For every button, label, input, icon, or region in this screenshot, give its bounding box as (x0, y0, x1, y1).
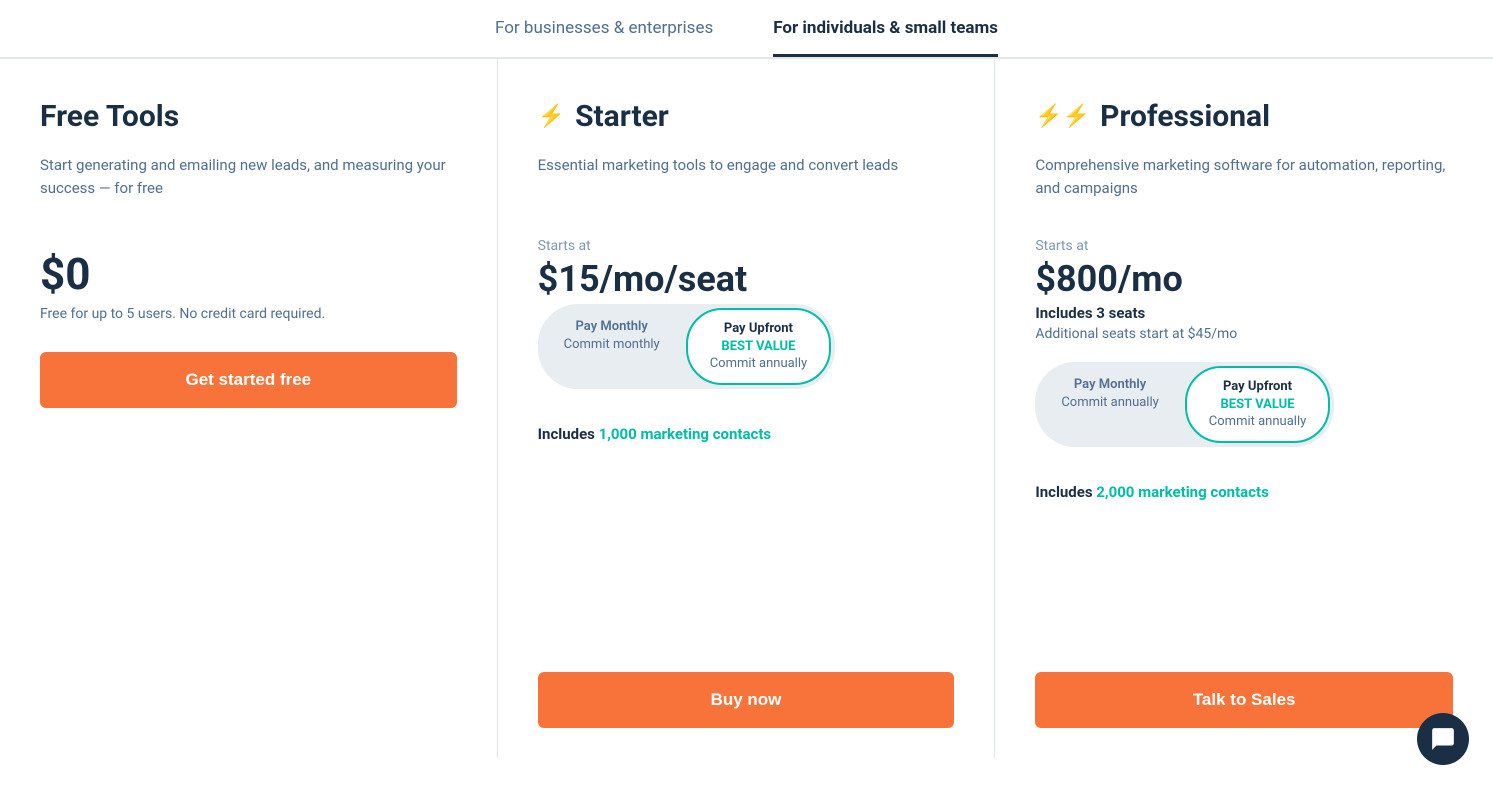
starter-billing-toggle: Pay Monthly Commit monthly Pay Upfront B… (538, 304, 836, 389)
professional-pay-upfront-option[interactable]: Pay Upfront BEST VALUE Commit annually (1185, 366, 1330, 443)
starter-plan-price: $15/mo/seat (538, 258, 955, 300)
professional-best-value-badge: BEST VALUE (1209, 396, 1306, 414)
professional-contacts-bold: Includes (1035, 483, 1096, 501)
starter-plan-description: Essential marketing tools to engage and … (538, 154, 955, 214)
professional-upfront-main: Pay Upfront (1209, 378, 1306, 396)
pricing-grid: Free Tools Start generating and emailing… (0, 58, 1493, 758)
professional-plan-header: ⚡⚡ Professional (1035, 99, 1453, 134)
starter-monthly-main: Pay Monthly (564, 318, 660, 336)
professional-plan-column: ⚡⚡ Professional Comprehensive marketing … (995, 59, 1493, 758)
professional-seats-additional: Additional seats start at $45/mo (1035, 326, 1453, 342)
free-plan-column: Free Tools Start generating and emailing… (0, 59, 498, 758)
free-plan-cta-button[interactable]: Get started free (40, 352, 457, 408)
professional-bolt-icon: ⚡⚡ (1035, 104, 1090, 129)
starter-bolt-icon: ⚡ (538, 104, 565, 129)
free-plan-note: Free for up to 5 users. No credit card r… (40, 306, 457, 322)
professional-monthly-sub: Commit annually (1061, 394, 1158, 412)
professional-plan-description: Comprehensive marketing software for aut… (1035, 154, 1453, 214)
professional-upfront-sub: Commit annually (1209, 413, 1306, 431)
professional-contacts-highlight: marketing contacts (1134, 483, 1268, 501)
free-plan-name: Free Tools (40, 99, 179, 134)
starter-upfront-sub: Commit annually (710, 355, 807, 373)
professional-contacts-info: Includes 2,000 marketing contacts (1035, 483, 1453, 501)
tab-businesses[interactable]: For businesses & enterprises (495, 18, 713, 57)
professional-cta-button[interactable]: Talk to Sales (1035, 672, 1453, 728)
chat-icon (1430, 726, 1456, 752)
free-plan-description: Start generating and emailing new leads,… (40, 154, 457, 214)
starter-plan-column: ⚡ Starter Essential marketing tools to e… (498, 59, 996, 758)
professional-billing-toggle: Pay Monthly Commit annually Pay Upfront … (1035, 362, 1334, 447)
professional-plan-price: $800/mo (1035, 258, 1453, 300)
starter-cta-button[interactable]: Buy now (538, 672, 955, 728)
starter-contacts-number: 1,000 (599, 425, 637, 443)
professional-contacts-number: 2,000 (1096, 483, 1134, 501)
starter-contacts-info: Includes 1,000 marketing contacts (538, 425, 955, 443)
professional-starts-at: Starts at (1035, 238, 1453, 254)
professional-monthly-main: Pay Monthly (1061, 376, 1158, 394)
tab-navigation: For businesses & enterprises For individ… (0, 0, 1493, 58)
starter-contacts-bold: Includes (538, 425, 599, 443)
tab-individuals[interactable]: For individuals & small teams (773, 18, 998, 57)
starter-pay-upfront-option[interactable]: Pay Upfront BEST VALUE Commit annually (686, 308, 831, 385)
starter-upfront-main: Pay Upfront (710, 320, 807, 338)
free-plan-header: Free Tools (40, 99, 457, 134)
starter-starts-at: Starts at (538, 238, 955, 254)
starter-plan-name: Starter (575, 99, 669, 134)
free-plan-price: $0 (40, 248, 457, 300)
starter-plan-header: ⚡ Starter (538, 99, 955, 134)
starter-monthly-sub: Commit monthly (564, 336, 660, 354)
chat-bubble-button[interactable] (1417, 713, 1469, 765)
professional-pay-monthly-option[interactable]: Pay Monthly Commit annually (1039, 366, 1180, 443)
starter-best-value-badge: BEST VALUE (710, 338, 807, 356)
professional-seats-included: Includes 3 seats (1035, 304, 1453, 322)
professional-plan-name: Professional (1100, 99, 1270, 134)
starter-contacts-highlight: marketing contacts (637, 425, 771, 443)
professional-seats-info: Includes 3 seats Additional seats start … (1035, 304, 1453, 342)
starter-pay-monthly-option[interactable]: Pay Monthly Commit monthly (542, 308, 682, 385)
